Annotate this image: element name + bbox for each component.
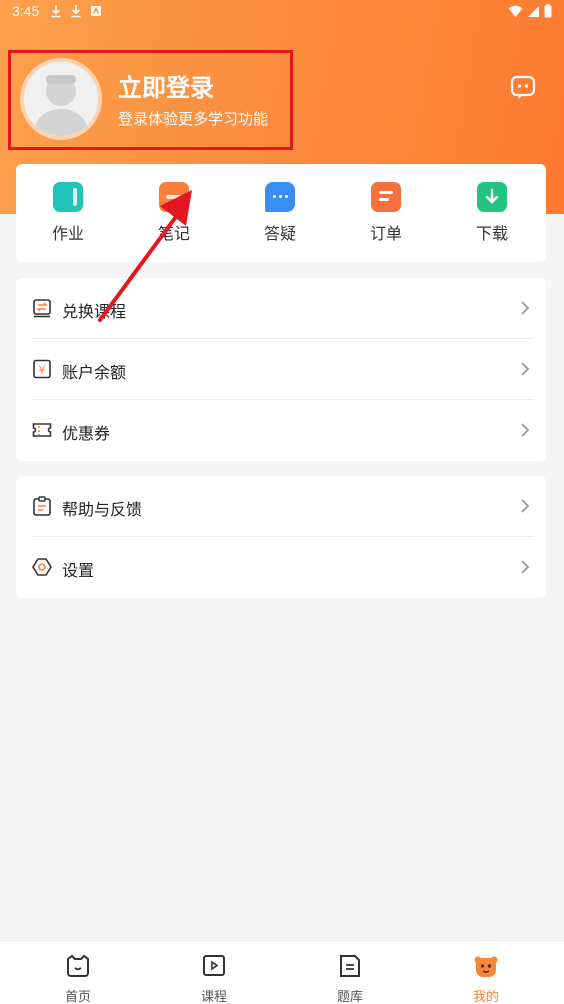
- quick-label: 下载: [475, 224, 508, 243]
- quick-label: 作业: [51, 224, 84, 243]
- tab-label: 首页: [64, 990, 91, 1004]
- exchange-icon: [33, 299, 51, 318]
- wifi-icon: [508, 5, 523, 17]
- menu-label: 账户余额: [62, 363, 127, 382]
- homework-icon: [53, 182, 83, 212]
- tab-label: 我的: [472, 990, 499, 1004]
- quick-label: 笔记: [157, 224, 190, 243]
- bottom-tab-bar: 首页 课程 题库 我的: [0, 940, 564, 1004]
- profile-icon: [474, 956, 498, 977]
- home-icon: [67, 954, 89, 977]
- chevron-right-icon: [521, 499, 530, 513]
- message-icon[interactable]: [510, 74, 536, 100]
- quick-actions-card: 作业 笔记 答疑 订单 下载: [16, 164, 546, 262]
- menu-item-help-feedback[interactable]: 帮助与反馈: [16, 476, 546, 537]
- menu-label: 优惠券: [62, 424, 111, 443]
- chevron-right-icon: [521, 301, 530, 315]
- menu-item-exchange-course[interactable]: 兑换课程: [16, 278, 546, 339]
- coupon-icon: [32, 423, 52, 437]
- battery-icon: [544, 4, 552, 18]
- quick-label: 答疑: [263, 224, 296, 243]
- download-notification-icon: [51, 5, 61, 18]
- quick-item-notes[interactable]: 笔记: [134, 182, 214, 244]
- tab-course[interactable]: 课程: [174, 953, 254, 1004]
- quick-item-download[interactable]: 下载: [452, 182, 532, 244]
- menu-label: 帮助与反馈: [62, 500, 143, 519]
- course-icon: [203, 955, 225, 976]
- status-bar: 3:45: [0, 0, 564, 24]
- download-notification-icon: [71, 5, 81, 18]
- menu-label: 兑换课程: [62, 302, 127, 321]
- status-time: 3:45: [12, 3, 40, 19]
- quick-item-homework[interactable]: 作业: [28, 182, 108, 244]
- order-icon: [371, 182, 401, 212]
- balance-icon: ¥: [33, 359, 51, 379]
- quick-label: 订单: [369, 224, 402, 243]
- chevron-right-icon: [521, 423, 530, 437]
- quick-item-qa[interactable]: 答疑: [240, 182, 320, 244]
- tab-mine[interactable]: 我的: [446, 953, 526, 1004]
- menu-item-settings[interactable]: 设置: [16, 537, 546, 598]
- help-icon: [33, 496, 51, 516]
- svg-text:¥: ¥: [39, 364, 46, 377]
- chevron-right-icon: [521, 362, 530, 376]
- settings-icon: [32, 558, 52, 576]
- chevron-right-icon: [521, 560, 530, 574]
- signal-icon: [528, 5, 539, 17]
- menu-item-coupons[interactable]: 优惠券: [16, 400, 546, 461]
- menu-item-account-balance[interactable]: ¥ 账户余额: [16, 339, 546, 400]
- qa-icon: [265, 182, 295, 212]
- app-notification-icon: [91, 6, 101, 16]
- tab-home[interactable]: 首页: [38, 953, 118, 1004]
- notes-icon: [159, 182, 189, 212]
- tab-label: 题库: [336, 990, 363, 1004]
- quick-item-order[interactable]: 订单: [346, 182, 426, 244]
- tab-label: 课程: [200, 990, 227, 1004]
- download-icon: [477, 182, 507, 212]
- tab-question-bank[interactable]: 题库: [310, 953, 390, 1004]
- highlight-annotation-box: [8, 50, 293, 150]
- question-bank-icon: [340, 955, 360, 977]
- account-menu-card: 兑换课程 ¥ 账户余额 优惠券: [16, 278, 546, 461]
- settings-menu-card: 帮助与反馈 设置: [16, 476, 546, 598]
- menu-label: 设置: [62, 561, 95, 580]
